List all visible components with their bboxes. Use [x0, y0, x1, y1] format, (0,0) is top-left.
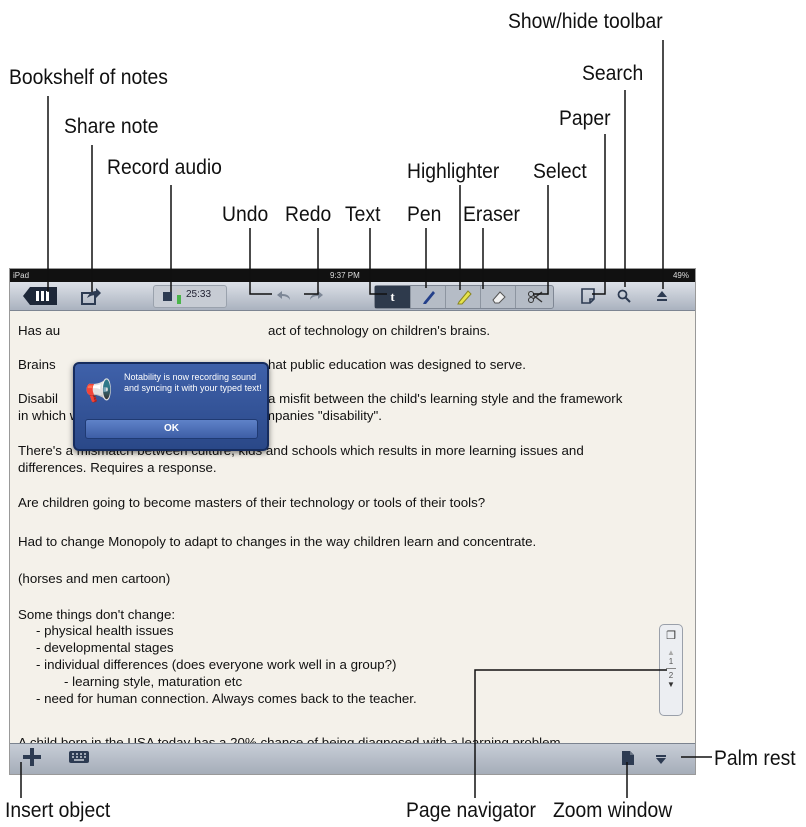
note-line: act of technology on children's brains.	[268, 323, 491, 338]
note-line: Disabil	[18, 391, 58, 406]
popup-ok-button[interactable]: OK	[85, 419, 258, 439]
callout-share-note: Share note	[64, 115, 159, 138]
note-line: differences. Requires a response.	[18, 460, 217, 475]
page-number-2[interactable]: 2	[660, 671, 682, 680]
text-tool-icon: t	[390, 289, 395, 304]
plus-icon	[23, 748, 41, 766]
note-line: a misfit between the child's learning st…	[268, 391, 623, 406]
note-line: - physical health issues	[36, 623, 174, 638]
redo-icon	[310, 291, 323, 300]
select-tool[interactable]	[515, 286, 554, 308]
callout-bookshelf: Bookshelf of notes	[9, 66, 168, 89]
page-number-1[interactable]: 1	[660, 657, 682, 666]
eraser-tool[interactable]	[480, 286, 516, 308]
callout-page-navigator: Page navigator	[406, 799, 536, 822]
pen-icon	[422, 291, 435, 304]
note-line: hat public education was designed to ser…	[268, 357, 526, 372]
callout-insert-object: Insert object	[5, 799, 111, 822]
status-time: 9:37 PM	[330, 271, 360, 280]
highlighter-icon	[456, 290, 472, 305]
callout-text: Text	[345, 203, 381, 226]
search-button[interactable]	[613, 285, 635, 307]
pen-tool[interactable]	[410, 286, 446, 308]
redo-button[interactable]	[304, 285, 328, 307]
callout-palm-rest: Palm rest	[714, 747, 796, 770]
bookshelf-icon	[23, 287, 57, 305]
bottom-toolbar	[10, 743, 695, 774]
note-line: - individual differences (does everyone …	[36, 657, 397, 672]
highlighter-tool[interactable]	[445, 286, 481, 308]
note-line: - developmental stages	[36, 640, 174, 655]
show-hide-toolbar-button[interactable]	[651, 285, 673, 307]
undo-button[interactable]	[272, 285, 296, 307]
zoom-window-icon	[622, 751, 634, 765]
callout-pen: Pen	[407, 203, 442, 226]
note-line: Some things don't change:	[18, 607, 176, 622]
ipad-screen: iPad 9:37 PM 49% 25:33 t Has au act of t…	[9, 268, 696, 775]
share-note-button[interactable]	[78, 285, 104, 307]
popup-message: Notability is now recording sound and sy…	[124, 372, 262, 393]
paper-icon	[581, 288, 595, 304]
audio-level-meter	[177, 289, 181, 304]
eject-icon	[657, 291, 667, 301]
note-line: - need for human connection. Always come…	[36, 691, 417, 706]
record-elapsed: 25:33	[186, 289, 212, 300]
toolbar: 25:33 t	[10, 282, 695, 311]
palm-rest-button[interactable]	[655, 752, 673, 768]
search-icon	[617, 289, 631, 303]
status-bar: iPad 9:37 PM 49%	[10, 269, 695, 282]
callout-record-audio: Record audio	[107, 156, 222, 179]
palm-rest-icon	[656, 755, 666, 764]
insert-object-button[interactable]	[22, 747, 44, 771]
callout-select: Select	[533, 160, 587, 183]
recording-popup: 📢 Notability is now recording sound and …	[73, 362, 269, 451]
callout-highlighter: Highlighter	[407, 160, 500, 183]
status-battery: 49%	[672, 271, 689, 280]
callout-eraser: Eraser	[463, 203, 520, 226]
tool-segmented-control: t	[374, 285, 554, 309]
keyboard-icon	[69, 751, 89, 763]
page-navigator[interactable]: ❐ ▲ 1 2 ▼	[659, 624, 683, 716]
bookshelf-button[interactable]	[20, 285, 60, 307]
keyboard-button[interactable]	[68, 750, 92, 768]
eraser-icon	[491, 291, 506, 304]
status-carrier: iPad	[13, 271, 30, 280]
note-line: Has au	[18, 323, 61, 338]
note-line: Had to change Monopoly to adapt to chang…	[18, 534, 537, 549]
note-line: (horses and men cartoon)	[18, 571, 171, 586]
callout-zoom-window: Zoom window	[553, 799, 673, 822]
scissors-icon	[528, 291, 543, 303]
undo-icon	[277, 291, 290, 300]
megaphone-icon: 📢	[85, 378, 113, 403]
note-page[interactable]: Has au act of technology on children's b…	[10, 311, 695, 750]
page-up-arrow[interactable]: ▲	[660, 648, 682, 657]
note-line: Are children going to become masters of …	[18, 495, 486, 510]
callout-undo: Undo	[222, 203, 269, 226]
callout-search: Search	[582, 62, 644, 85]
callout-redo: Redo	[285, 203, 332, 226]
pages-icon[interactable]: ❐	[660, 629, 682, 642]
note-line: Brains	[18, 357, 56, 372]
page-divider	[666, 668, 676, 669]
callout-paper: Paper	[559, 107, 611, 130]
text-tool[interactable]: t	[375, 286, 410, 308]
record-audio-button[interactable]: 25:33	[153, 285, 227, 308]
note-line: - learning style, maturation etc	[64, 674, 243, 689]
share-icon	[81, 288, 101, 305]
paper-button[interactable]	[577, 285, 599, 307]
callout-show-hide-toolbar: Show/hide toolbar	[508, 10, 663, 33]
zoom-window-button[interactable]	[621, 750, 639, 770]
page-down-arrow[interactable]: ▼	[660, 680, 682, 689]
stop-icon	[163, 292, 172, 301]
